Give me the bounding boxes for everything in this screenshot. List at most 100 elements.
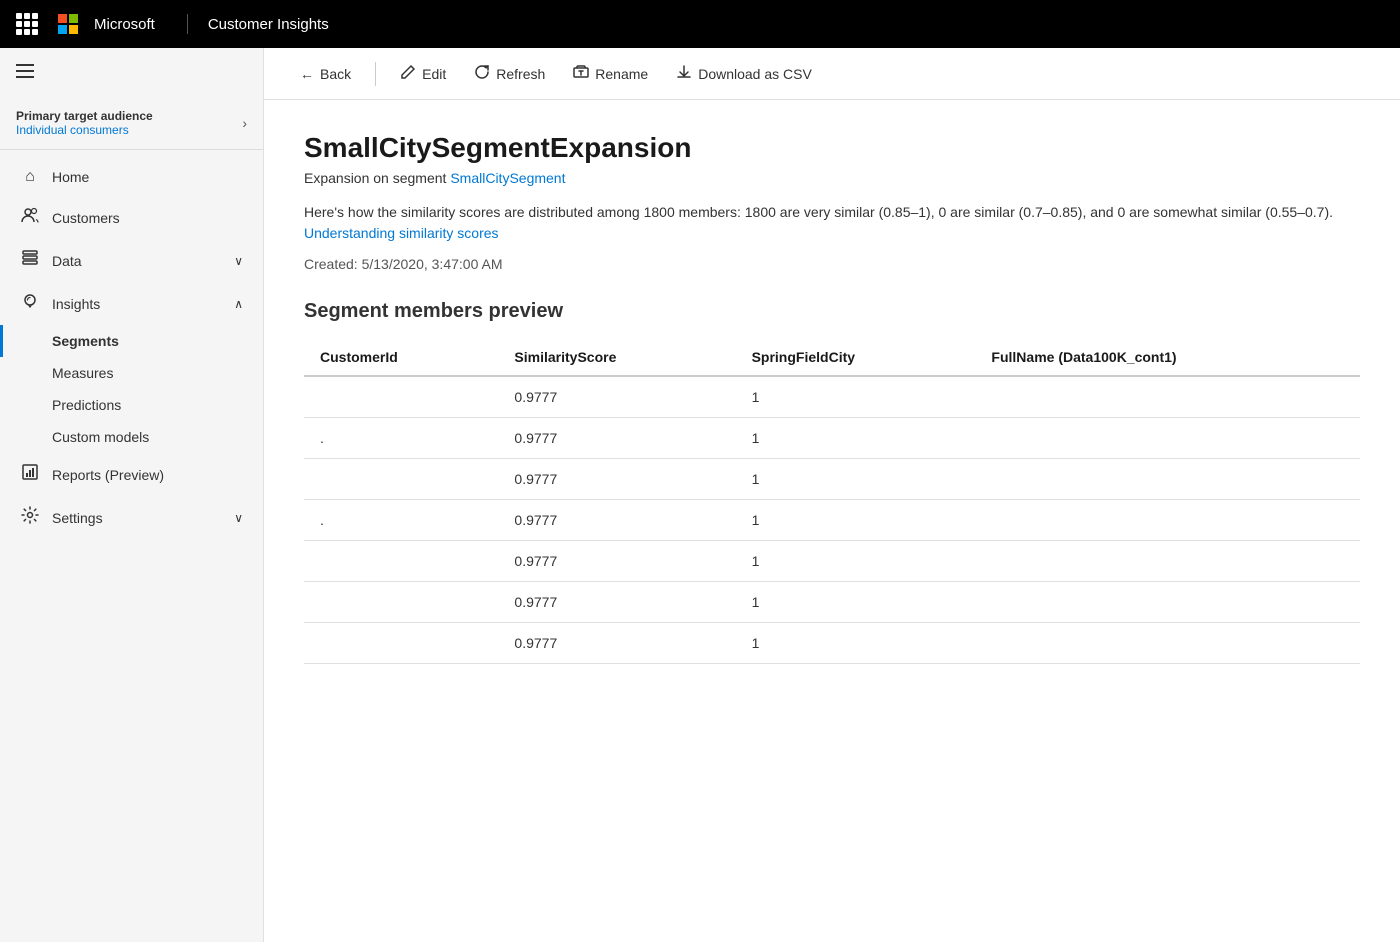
download-label: Download as CSV: [698, 66, 812, 82]
sidebar-item-predictions-label: Predictions: [52, 397, 121, 413]
col-springfield-city: SpringFieldCity: [736, 339, 976, 376]
cell-similarity-score: 0.9777: [498, 623, 735, 664]
preview-title: Segment members preview: [304, 300, 1360, 323]
cell-full-name: [975, 459, 1360, 500]
rename-icon: [573, 64, 589, 83]
cell-similarity-score: 0.9777: [498, 459, 735, 500]
audience-selector[interactable]: Primary target audience Individual consu…: [0, 97, 263, 150]
cell-customer-id: [304, 582, 498, 623]
sidebar-item-reports-label: Reports (Preview): [52, 467, 164, 483]
chevron-up-icon: ∧: [234, 297, 243, 311]
chevron-right-icon: ›: [242, 115, 247, 131]
back-label: Back: [320, 66, 351, 82]
cell-customer-id: .: [304, 418, 498, 459]
toolbar: ← Back Edit Refresh: [264, 48, 1400, 100]
cell-full-name: [975, 418, 1360, 459]
download-button[interactable]: Download as CSV: [664, 58, 824, 89]
cell-full-name: [975, 582, 1360, 623]
sidebar-item-home[interactable]: ⌂ Home: [0, 158, 263, 196]
content-area: ← Back Edit Refresh: [264, 48, 1400, 942]
waffle-icon[interactable]: [16, 13, 38, 35]
sidebar-item-measures[interactable]: Measures: [0, 357, 263, 389]
cell-customer-id: [304, 623, 498, 664]
topbar: Microsoft Customer Insights: [0, 0, 1400, 48]
sidebar-item-segments-label: Segments: [52, 333, 119, 349]
cell-springfield-city: 1: [736, 541, 976, 582]
topbar-divider: [187, 14, 188, 34]
refresh-label: Refresh: [496, 66, 545, 82]
sidebar-item-home-label: Home: [52, 169, 89, 185]
table-row: . 0.9777 1: [304, 418, 1360, 459]
customers-icon: [20, 206, 40, 229]
cell-similarity-score: 0.9777: [498, 541, 735, 582]
cell-springfield-city: 1: [736, 623, 976, 664]
page-content: SmallCitySegmentExpansion Expansion on s…: [264, 100, 1400, 942]
cell-springfield-city: 1: [736, 376, 976, 418]
cell-similarity-score: 0.9777: [498, 376, 735, 418]
sidebar: Primary target audience Individual consu…: [0, 48, 264, 942]
cell-similarity-score: 0.9777: [498, 500, 735, 541]
cell-springfield-city: 1: [736, 582, 976, 623]
sidebar-item-data[interactable]: Data ∨: [0, 239, 263, 282]
cell-full-name: [975, 500, 1360, 541]
cell-springfield-city: 1: [736, 459, 976, 500]
table-row: . 0.9777 1: [304, 500, 1360, 541]
sidebar-item-custom-models-label: Custom models: [52, 429, 149, 445]
rename-label: Rename: [595, 66, 648, 82]
sidebar-item-customers[interactable]: Customers: [0, 196, 263, 239]
reports-icon: [20, 463, 40, 486]
sidebar-item-insights-label: Insights: [52, 296, 100, 312]
table-row: 0.9777 1: [304, 623, 1360, 664]
toolbar-separator: [375, 62, 376, 86]
chevron-down-icon: ∨: [234, 254, 243, 268]
data-icon: [20, 249, 40, 272]
table-header-row: CustomerId SimilarityScore SpringFieldCi…: [304, 339, 1360, 376]
sidebar-item-reports[interactable]: Reports (Preview): [0, 453, 263, 496]
sidebar-item-data-label: Data: [52, 253, 82, 269]
app-title: Customer Insights: [208, 16, 329, 33]
segment-table: CustomerId SimilarityScore SpringFieldCi…: [304, 339, 1360, 664]
cell-similarity-score: 0.9777: [498, 418, 735, 459]
table-row: 0.9777 1: [304, 541, 1360, 582]
sidebar-item-predictions[interactable]: Predictions: [0, 389, 263, 421]
download-icon: [676, 64, 692, 83]
rename-button[interactable]: Rename: [561, 58, 660, 89]
sidebar-item-segments[interactable]: Segments: [0, 325, 263, 357]
home-icon: ⌂: [20, 168, 40, 186]
refresh-icon: [474, 64, 490, 83]
col-customer-id: CustomerId: [304, 339, 498, 376]
settings-chevron-down-icon: ∨: [234, 511, 243, 525]
cell-springfield-city: 1: [736, 500, 976, 541]
microsoft-logo: [58, 14, 78, 34]
audience-label: Primary target audience: [16, 109, 153, 123]
sidebar-item-insights[interactable]: Insights ∧: [0, 282, 263, 325]
description-link[interactable]: Understanding similarity scores: [304, 225, 499, 241]
description-text: Here's how the similarity scores are dis…: [304, 204, 1333, 220]
sidebar-nav: ⌂ Home Customers: [0, 150, 263, 942]
hamburger-menu[interactable]: [0, 48, 263, 97]
subtitle-prefix: Expansion on segment: [304, 170, 450, 186]
sidebar-item-customers-label: Customers: [52, 210, 120, 226]
edit-label: Edit: [422, 66, 446, 82]
segment-created: Created: 5/13/2020, 3:47:00 AM: [304, 256, 1360, 272]
edit-button[interactable]: Edit: [388, 58, 458, 89]
sidebar-item-settings[interactable]: Settings ∨: [0, 496, 263, 539]
table-row: 0.9777 1: [304, 582, 1360, 623]
segment-title: SmallCitySegmentExpansion: [304, 132, 1360, 164]
col-full-name: FullName (Data100K_cont1): [975, 339, 1360, 376]
cell-full-name: [975, 376, 1360, 418]
edit-icon: [400, 64, 416, 83]
subtitle-link[interactable]: SmallCitySegment: [450, 170, 565, 186]
sidebar-item-settings-label: Settings: [52, 510, 103, 526]
back-icon: ←: [300, 66, 314, 82]
back-button[interactable]: ← Back: [288, 60, 363, 88]
insights-icon: [20, 292, 40, 315]
cell-similarity-score: 0.9777: [498, 582, 735, 623]
cell-customer-id: [304, 376, 498, 418]
table-row: 0.9777 1: [304, 459, 1360, 500]
sidebar-item-custom-models[interactable]: Custom models: [0, 421, 263, 453]
sidebar-item-measures-label: Measures: [52, 365, 113, 381]
settings-icon: [20, 506, 40, 529]
refresh-button[interactable]: Refresh: [462, 58, 557, 89]
cell-full-name: [975, 541, 1360, 582]
